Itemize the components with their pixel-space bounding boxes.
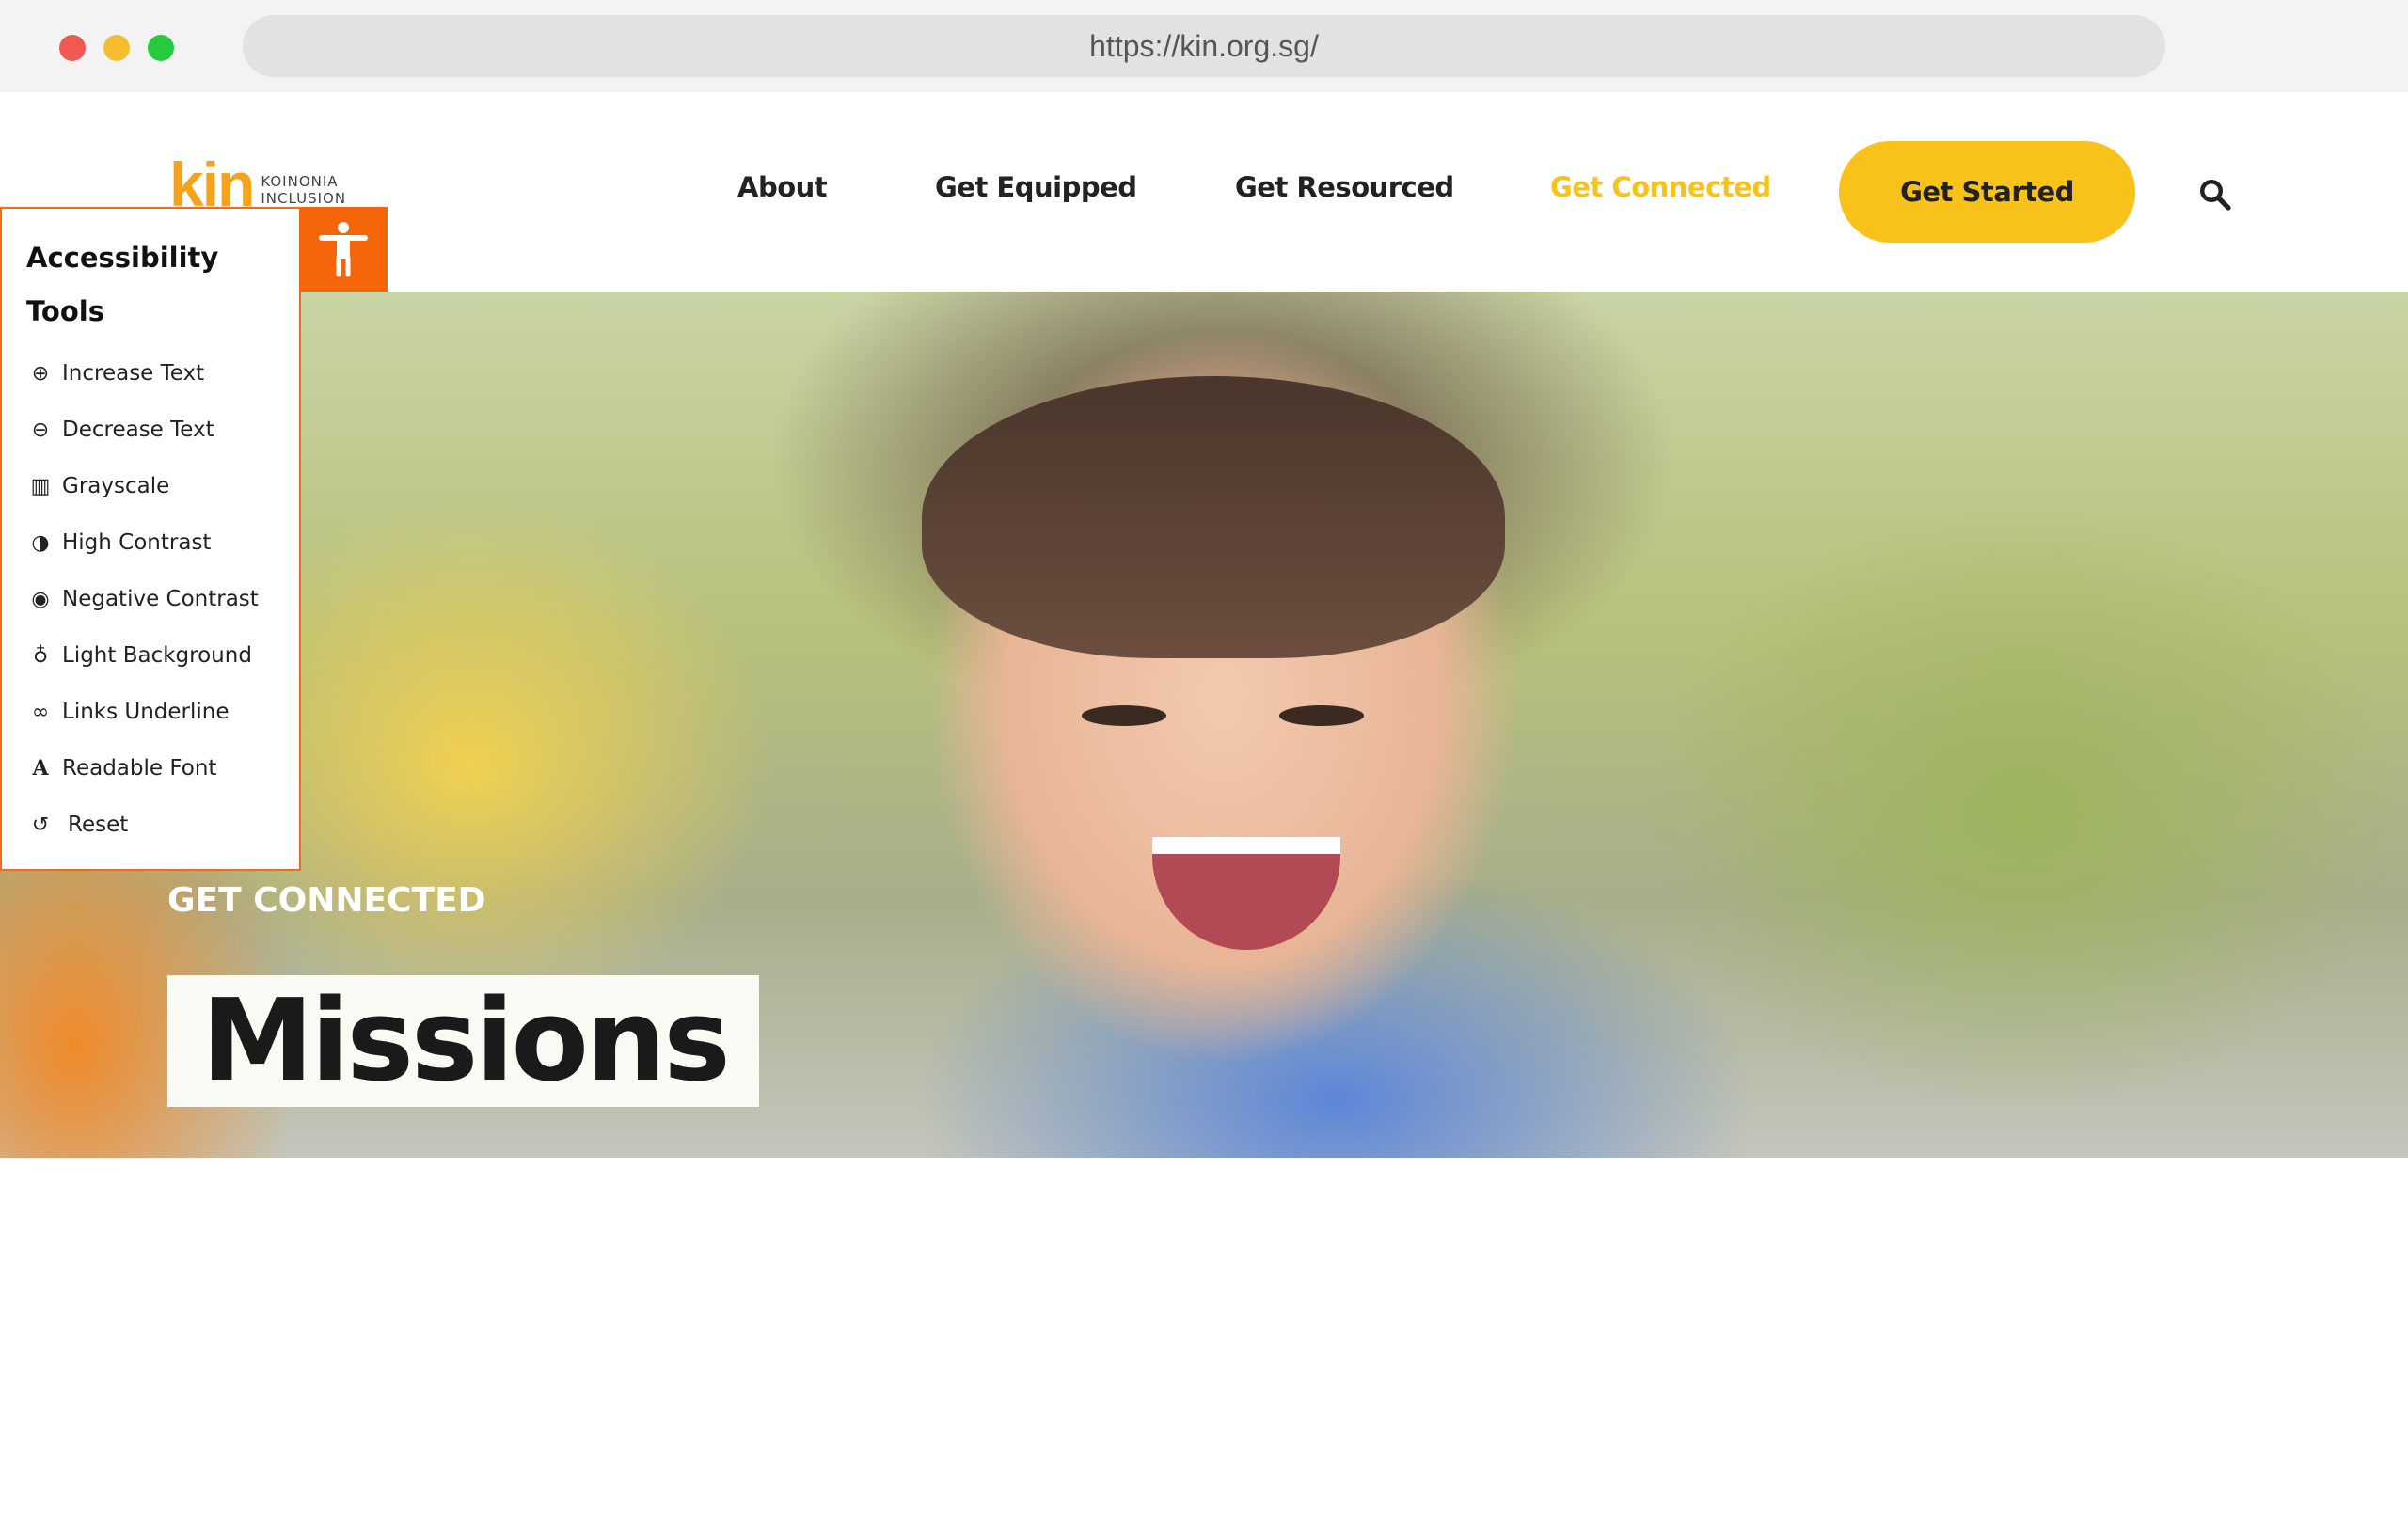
zoom-in-icon: ⊕ (31, 361, 50, 386)
reset-icon: ↺ (31, 813, 50, 837)
accessibility-title: Accessibility Tools (26, 242, 219, 327)
browser-toolbar: https://kin.org.sg/ (0, 0, 2408, 92)
minimize-window-button[interactable] (103, 35, 130, 61)
accessibility-toggle-button[interactable] (299, 207, 388, 292)
maximize-window-button[interactable] (148, 35, 174, 61)
logo-line2: INCLUSION (261, 190, 347, 207)
nav-get-equipped[interactable]: Get Equipped (935, 171, 1137, 203)
logo-wordmark: kin (169, 150, 255, 219)
high-contrast-button[interactable]: ◑ High Contrast (26, 530, 211, 555)
zoom-out-icon: ⊖ (31, 418, 50, 442)
contrast-icon: ◑ (31, 530, 50, 555)
eye-icon: ◉ (31, 587, 50, 611)
logo[interactable]: kin KOINONIA INCLUSION (169, 150, 347, 219)
link-icon: ∞ (31, 700, 50, 724)
reset-button[interactable]: ↺ Reset (26, 813, 128, 837)
links-underline-button[interactable]: ∞ Links Underline (26, 700, 230, 724)
readable-font-button[interactable]: A Readable Font (26, 756, 216, 781)
nav-get-connected[interactable]: Get Connected (1550, 171, 1771, 203)
grayscale-button[interactable]: ▥ Grayscale (26, 474, 170, 498)
get-started-button[interactable]: Get Started (1839, 141, 2135, 243)
search-icon[interactable] (2197, 177, 2231, 211)
lightbulb-icon: ♁ (32, 643, 49, 668)
negative-contrast-button[interactable]: ◉ Negative Contrast (26, 587, 258, 611)
barcode-icon: ▥ (30, 474, 51, 498)
address-bar[interactable]: https://kin.org.sg/ (243, 15, 2165, 77)
hero-kicker: GET CONNECTED (167, 881, 486, 920)
increase-text-button[interactable]: ⊕ Increase Text (26, 361, 204, 386)
decrease-text-button[interactable]: ⊖ Decrease Text (26, 418, 214, 442)
light-background-button[interactable]: ♁ Light Background (26, 643, 252, 668)
nav-about[interactable]: About (737, 171, 828, 203)
logo-line1: KOINONIA (261, 173, 339, 190)
font-icon: A (32, 756, 49, 781)
nav-get-resourced[interactable]: Get Resourced (1235, 171, 1454, 203)
accessibility-panel: Accessibility Tools ⊕ Increase Text ⊖ Decr… (0, 207, 301, 871)
page-title: Missions (201, 976, 731, 1107)
close-window-button[interactable] (59, 35, 86, 61)
accessibility-person-icon (319, 222, 368, 277)
